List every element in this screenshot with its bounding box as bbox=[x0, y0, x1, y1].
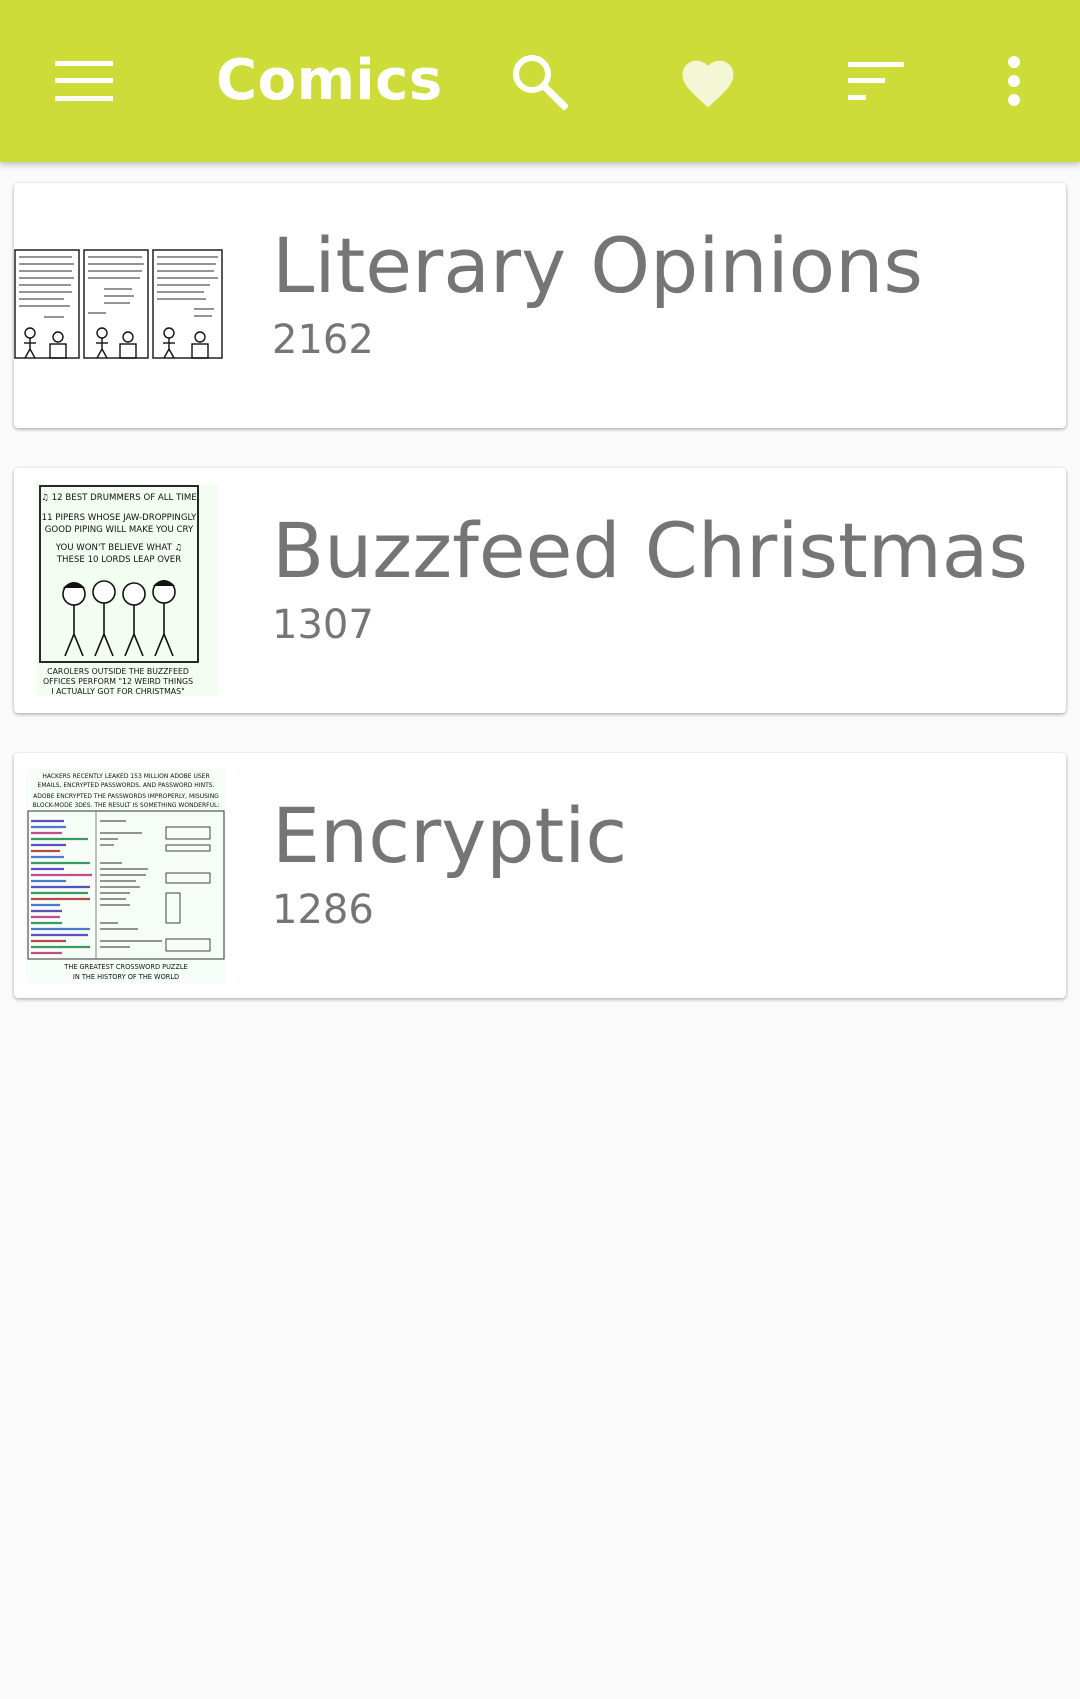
heart-icon bbox=[677, 53, 739, 109]
sort-button[interactable] bbox=[831, 36, 921, 126]
comic-title: Literary Opinions bbox=[272, 221, 923, 310]
menu-icon bbox=[55, 61, 113, 101]
search-icon bbox=[510, 52, 568, 110]
comic-card[interactable]: HACKERS RECENTLY LEAKED 153 MILLION ADOB… bbox=[14, 753, 1066, 998]
comic-thumbnail bbox=[14, 183, 244, 428]
three-panel-comic-image bbox=[14, 249, 224, 359]
sort-icon bbox=[848, 62, 904, 100]
comic-text: 11 PIPERS WHOSE JAW-DROPPINGLY bbox=[42, 513, 198, 523]
comic-text: ♫ 12 BEST DRUMMERS OF ALL TIME bbox=[41, 493, 196, 503]
comic-list: Literary Opinions 2162 ♫ 12 BEST DRUMMER… bbox=[14, 183, 1066, 1038]
comic-caption: I ACTUALLY GOT FOR CHRISTMAS" bbox=[51, 687, 184, 696]
comic-title: Buzzfeed Christmas bbox=[272, 506, 1028, 595]
comic-number: 2162 bbox=[272, 317, 374, 363]
comic-thumbnail: HACKERS RECENTLY LEAKED 153 MILLION ADOB… bbox=[14, 753, 244, 998]
crossword-comic-image: HACKERS RECENTLY LEAKED 153 MILLION ADOB… bbox=[26, 769, 226, 983]
comic-text: GOOD PIPING WILL MAKE YOU CRY bbox=[45, 525, 194, 535]
comic-caption: CAROLERS OUTSIDE THE BUZZFEED bbox=[47, 667, 189, 676]
more-options-button[interactable] bbox=[969, 36, 1059, 126]
comic-card[interactable]: ♫ 12 BEST DRUMMERS OF ALL TIME 11 PIPERS… bbox=[14, 468, 1066, 713]
comic-text: THESE 10 LORDS LEAP OVER bbox=[56, 555, 181, 565]
search-button[interactable] bbox=[494, 36, 584, 126]
carolers-comic-image: ♫ 12 BEST DRUMMERS OF ALL TIME 11 PIPERS… bbox=[36, 484, 218, 696]
page-title: Comics bbox=[216, 48, 443, 113]
comic-card[interactable]: Literary Opinions 2162 bbox=[14, 183, 1066, 428]
comic-text: EMAILS, ENCRYPTED PASSWORDS, AND PASSWOR… bbox=[38, 782, 215, 789]
comic-text: ADOBE ENCRYPTED THE PASSWORDS IMPROPERLY… bbox=[33, 793, 219, 800]
comic-title: Encryptic bbox=[272, 791, 628, 880]
more-vert-icon bbox=[1007, 56, 1021, 106]
comic-caption: THE GREATEST CROSSWORD PUZZLE bbox=[63, 963, 187, 971]
comic-caption: IN THE HISTORY OF THE WORLD bbox=[73, 973, 179, 981]
favorites-button[interactable] bbox=[663, 36, 753, 126]
app-toolbar: Comics bbox=[0, 0, 1080, 162]
comic-number: 1307 bbox=[272, 602, 374, 648]
comic-thumbnail: ♫ 12 BEST DRUMMERS OF ALL TIME 11 PIPERS… bbox=[14, 468, 244, 713]
comic-caption: OFFICES PERFORM "12 WEIRD THINGS bbox=[43, 677, 193, 686]
comic-text: HACKERS RECENTLY LEAKED 153 MILLION ADOB… bbox=[42, 773, 209, 780]
comic-text: BLOCK-MODE 3DES. THE RESULT IS SOMETHING… bbox=[33, 802, 220, 809]
comic-text: YOU WON'T BELIEVE WHAT ♫ bbox=[55, 543, 183, 553]
menu-button[interactable] bbox=[39, 36, 129, 126]
comic-number: 1286 bbox=[272, 887, 374, 933]
